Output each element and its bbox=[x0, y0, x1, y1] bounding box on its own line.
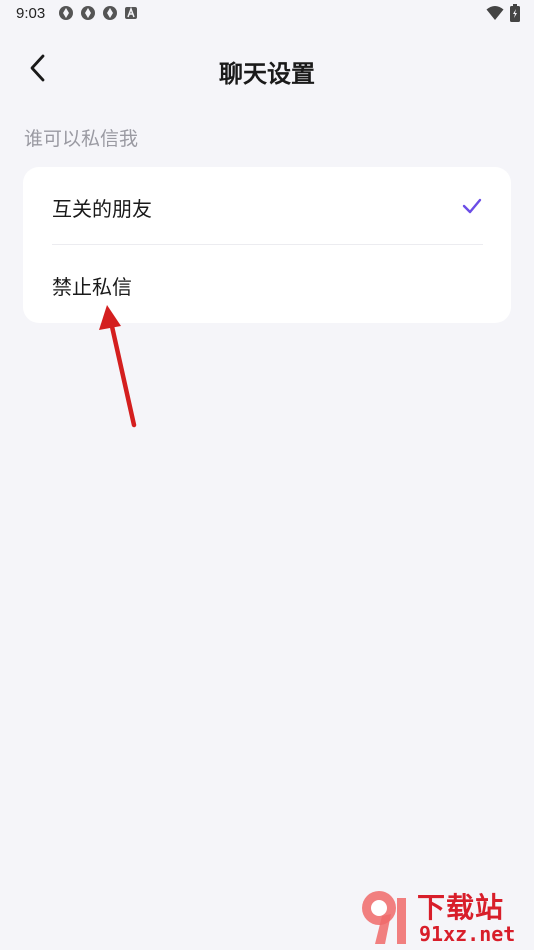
watermark-logo-icon bbox=[362, 891, 406, 944]
option-label: 互关的朋友 bbox=[52, 197, 152, 221]
status-icons-left bbox=[58, 5, 138, 21]
font-a-icon bbox=[125, 6, 137, 19]
watermark-title: 下载站 bbox=[417, 891, 505, 924]
option-label: 禁止私信 bbox=[52, 275, 132, 299]
wifi-icon bbox=[486, 6, 504, 20]
status-bar: 9:03 bbox=[0, 0, 534, 28]
app-notification-icon bbox=[81, 6, 95, 20]
battery-charging-icon bbox=[510, 4, 520, 22]
app-notification-icon bbox=[103, 6, 117, 20]
option-mutual-friends[interactable]: 互关的朋友 bbox=[23, 167, 511, 245]
check-icon bbox=[462, 198, 482, 214]
status-icons-right bbox=[486, 4, 520, 22]
watermark-url: 91xz.net bbox=[419, 922, 516, 946]
page-title: 聊天设置 bbox=[219, 60, 315, 88]
section-label: 谁可以私信我 bbox=[24, 128, 139, 150]
options-card: 互关的朋友 禁止私信 bbox=[23, 167, 511, 323]
option-disable-dm[interactable]: 禁止私信 bbox=[23, 245, 511, 323]
header: 聊天设置 bbox=[0, 40, 534, 100]
app-notification-icon bbox=[59, 6, 73, 20]
status-time: 9:03 bbox=[16, 5, 46, 22]
watermark: 下载站 91xz.net bbox=[355, 886, 530, 948]
